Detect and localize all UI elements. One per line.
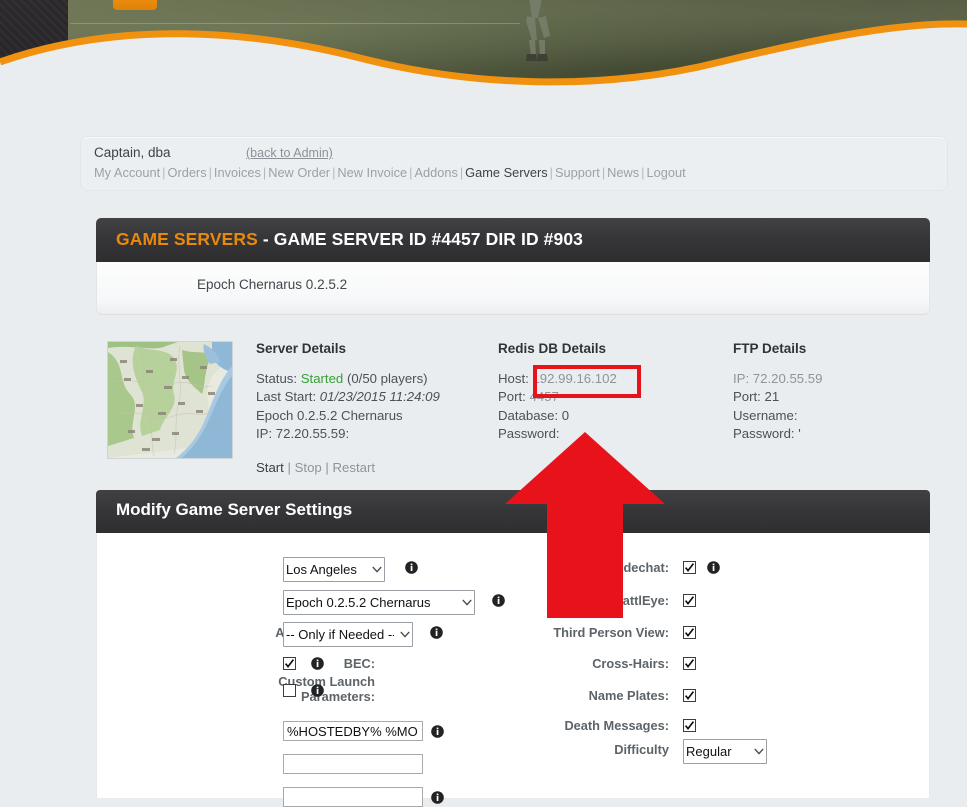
- server-action-links: Start | Stop | Restart: [256, 460, 375, 475]
- info-icon[interactable]: [707, 561, 720, 574]
- nav-item-new-invoice[interactable]: New Invoice: [337, 165, 407, 180]
- select-map[interactable]: Epoch 0.2.5.2 Chernarus: [283, 590, 475, 615]
- info-icon[interactable]: [405, 561, 418, 574]
- label-name-plates: Name Plates:: [588, 688, 669, 703]
- nav-item-invoices[interactable]: Invoices: [214, 165, 261, 180]
- server-stop-link[interactable]: Stop: [295, 460, 322, 475]
- server-status-line: Status: Started (0/50 players): [256, 370, 440, 388]
- select-location-value: Los Angeles: [286, 562, 357, 577]
- info-icon[interactable]: [431, 725, 444, 738]
- page-title-brand: GAME SERVERS: [116, 229, 258, 249]
- select-arma-3-update-value: -- Only if Needed --: [286, 627, 394, 642]
- server-version-line: Epoch 0.2.5.2 Chernarus: [256, 407, 403, 423]
- nav-item-game-servers[interactable]: Game Servers: [465, 165, 548, 180]
- map-thumbnail[interactable]: [107, 341, 233, 459]
- label-third-person-view: Third Person View:: [553, 625, 669, 640]
- last-start-label: Last Start:: [256, 389, 317, 405]
- ftp-password-line: Password: ': [733, 425, 801, 441]
- nav-separator: |: [208, 165, 212, 180]
- checkbox-battleye[interactable]: [683, 594, 696, 607]
- action-separator: |: [283, 460, 295, 475]
- nav-item-my-account[interactable]: My Account: [94, 165, 160, 180]
- last-start-line: Last Start: 01/23/2015 11:24:09: [256, 388, 440, 406]
- input-hosted-by[interactable]: [283, 754, 423, 774]
- ftp-port-line: Port: 21: [733, 389, 780, 405]
- chevron-down-icon: [372, 566, 382, 573]
- status-label: Status:: [256, 371, 298, 386]
- label-cross-hairs: Cross-Hairs:: [592, 656, 669, 671]
- map-thumbnail-image: [108, 342, 232, 458]
- action-separator: |: [321, 460, 333, 475]
- select-difficulty[interactable]: Regular: [683, 739, 767, 764]
- checkbox-death-messages[interactable]: [683, 719, 696, 732]
- checkbox-cross-hairs[interactable]: [683, 657, 696, 670]
- back-to-admin-link[interactable]: (back to Admin): [246, 146, 333, 160]
- last-start-value: 01/23/2015 11:24:09: [319, 389, 440, 405]
- checkbox-custom-launch-parameters[interactable]: [283, 684, 296, 697]
- server-details-body: Status: Started (0/50 players) Last Star…: [256, 370, 440, 443]
- modify-settings-heading: Modify Game Server Settings: [116, 500, 353, 519]
- info-icon[interactable]: [311, 684, 324, 697]
- redis-database-line: Database: 0: [498, 407, 617, 425]
- redis-host-label: Host:: [498, 371, 529, 386]
- info-icon[interactable]: [311, 657, 324, 670]
- label-bec: BEC:: [343, 656, 375, 671]
- server-start-link[interactable]: Start: [256, 460, 284, 475]
- checkbox-name-plates[interactable]: [683, 689, 696, 702]
- input-hostname[interactable]: [283, 721, 423, 741]
- server-subtitle-bar: Epoch Chernarus 0.2.5.2: [96, 262, 930, 315]
- site-banner: [0, 0, 967, 100]
- nav-item-support[interactable]: Support: [555, 165, 600, 180]
- checkbox-sidechat[interactable]: [683, 561, 696, 574]
- ftp-details-heading: FTP Details: [733, 341, 807, 356]
- status-players: (0/50 players): [346, 371, 428, 386]
- chevron-down-icon: [400, 631, 410, 638]
- redis-details-heading: Redis DB Details: [498, 341, 607, 356]
- account-panel: Captain, dba (back to Admin) My Account |…: [80, 136, 948, 191]
- account-name: Captain, dba: [94, 145, 171, 160]
- page-title-rest: - GAME SERVER ID #4457 DIR ID #903: [257, 229, 583, 249]
- info-icon[interactable]: [430, 626, 443, 639]
- redis-database-label: Database:: [498, 407, 559, 423]
- nav-separator: |: [549, 165, 553, 180]
- server-subtitle: Epoch Chernarus 0.2.5.2: [197, 277, 348, 292]
- redis-host-highlight-box: [533, 365, 641, 398]
- game-servers-title-bar: GAME SERVERS - GAME SERVER ID #4457 DIR …: [96, 218, 930, 262]
- label-death-messages: Death Messages:: [564, 718, 669, 733]
- annotation-arrow-up: [505, 432, 665, 618]
- label-difficulty: Difficulty: [614, 742, 669, 757]
- status-badge: Started: [300, 371, 344, 386]
- select-arma-3-update[interactable]: -- Only if Needed --: [283, 622, 413, 647]
- input-rcon-pass[interactable]: [283, 787, 423, 807]
- nav-item-new-order[interactable]: New Order: [268, 165, 330, 180]
- redis-database-value: 0: [561, 407, 570, 423]
- select-map-value: Epoch 0.2.5.2 Chernarus: [286, 595, 431, 610]
- nav-item-addons[interactable]: Addons: [414, 165, 457, 180]
- checkbox-third-person-view[interactable]: [683, 626, 696, 639]
- server-restart-link[interactable]: Restart: [333, 460, 376, 475]
- checkbox-bec[interactable]: [283, 657, 296, 670]
- ftp-details-body: IP: 72.20.55.59 Port: 21 Username: Passw…: [733, 370, 822, 443]
- page-title: GAME SERVERS - GAME SERVER ID #4457 DIR …: [116, 229, 583, 250]
- select-difficulty-value: Regular: [686, 744, 732, 759]
- server-details-heading: Server Details: [256, 341, 347, 356]
- select-location[interactable]: Los Angeles: [283, 557, 385, 582]
- chevron-down-icon: [754, 748, 764, 755]
- server-ip-line: IP: 72.20.55.59:: [256, 425, 350, 441]
- nav-item-logout[interactable]: Logout: [646, 165, 685, 180]
- account-nav: My Account | Orders | Invoices | New Order | New…: [94, 165, 686, 180]
- nav-item-orders[interactable]: Orders: [167, 165, 206, 180]
- banner-wave-divider: [0, 20, 967, 100]
- ftp-ip-line: IP: 72.20.55.59: [733, 371, 823, 386]
- ftp-username-line: Username:: [733, 407, 798, 423]
- nav-item-news[interactable]: News: [607, 165, 639, 180]
- redis-port-label: Port:: [498, 389, 526, 405]
